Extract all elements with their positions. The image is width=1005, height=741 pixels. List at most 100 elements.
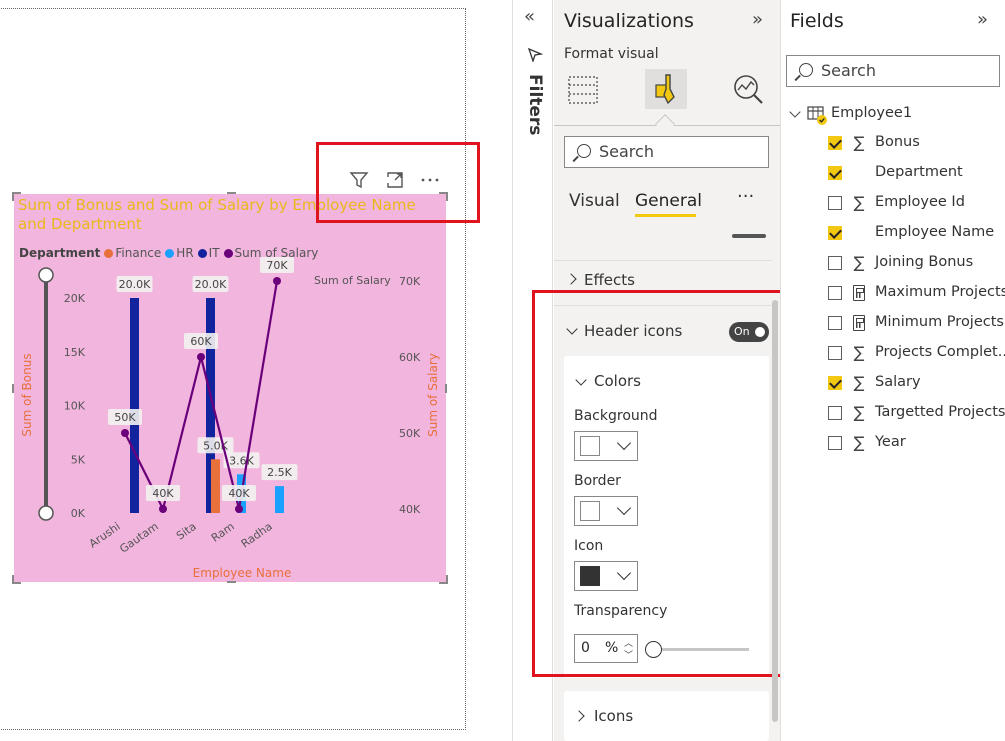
- field-checkbox[interactable]: [828, 406, 842, 420]
- bar-data-label: 20.0K: [119, 278, 151, 291]
- viz-pane-scrollbar[interactable]: [772, 300, 778, 722]
- salary-data-label: 40K: [228, 487, 250, 500]
- sigma-icon: ∑: [853, 373, 865, 392]
- field-label: Employee Name: [875, 224, 995, 240]
- field-label: Maximum Projects: [875, 284, 1005, 300]
- filters-label[interactable]: Filters: [523, 74, 545, 135]
- analytics-icon[interactable]: [731, 72, 765, 106]
- filter-icon: [527, 47, 543, 62]
- calculator-icon: [853, 285, 865, 301]
- field-checkbox[interactable]: [828, 196, 842, 210]
- icons-label[interactable]: Icons: [594, 707, 633, 725]
- field-targetted-projects[interactable]: ∑ Targetted Projects: [828, 403, 1005, 424]
- collapse-left-icon[interactable]: «: [524, 6, 535, 27]
- field-checkbox[interactable]: [828, 346, 842, 360]
- zoom-slider-handle-bottom: [38, 505, 54, 521]
- field-label: Projects Complet...: [875, 344, 1005, 360]
- bar-data-label: 2.5K: [267, 466, 292, 479]
- y-left-tick-label: 20K: [64, 292, 86, 305]
- table-employee1[interactable]: Employee1: [831, 105, 912, 121]
- search-icon: [577, 144, 591, 158]
- field-checkbox[interactable]: [828, 316, 842, 330]
- x-tick-label: Gautam: [117, 520, 161, 556]
- y-right-tick-label: 60K: [399, 351, 421, 364]
- calculator-icon: [853, 315, 865, 331]
- chart-plot: 0K 5K 10K 15K 20K 40K 50K 60K 70K Sum of Bonus Sum…: [20, 257, 440, 580]
- field-checkbox[interactable]: [828, 136, 842, 150]
- tab-visual[interactable]: Visual: [569, 191, 620, 211]
- field-label: Minimum Projects: [875, 314, 1004, 330]
- y-left-axis-title: Sum of Bonus: [20, 353, 34, 436]
- salary-data-label: 60K: [190, 335, 212, 348]
- salary-point: [235, 505, 243, 513]
- bar-data-label: 3.6K: [229, 454, 254, 467]
- field-checkbox[interactable]: [828, 436, 842, 450]
- field-label: Targetted Projects: [875, 404, 1005, 420]
- filter-icon[interactable]: [348, 169, 370, 191]
- field-checkbox[interactable]: [828, 376, 842, 390]
- more-tabs-icon[interactable]: ···: [737, 186, 754, 207]
- sigma-icon: ∑: [853, 433, 865, 452]
- y-right-axis-header: Sum of Salary: [314, 274, 391, 287]
- field-checkbox[interactable]: [828, 226, 842, 240]
- field-joining-bonus[interactable]: ∑ Joining Bonus: [828, 253, 998, 274]
- visualizations-title: Visualizations: [564, 10, 694, 32]
- format-visual-label: Format visual: [564, 46, 659, 62]
- y-left-tick-label: 10K: [64, 400, 86, 413]
- sigma-icon: ∑: [853, 193, 865, 212]
- viz-search-input[interactable]: Search: [564, 136, 769, 168]
- y-left-tick-label: 5K: [71, 453, 86, 466]
- field-checkbox[interactable]: [828, 286, 842, 300]
- bar-finance: [211, 459, 220, 513]
- effects-label[interactable]: Effects: [584, 271, 635, 289]
- salary-point: [197, 353, 205, 361]
- field-minimum-projects[interactable]: Minimum Projects: [828, 314, 1004, 334]
- zoom-slider-handle-top: [38, 267, 54, 283]
- salary-point: [159, 505, 167, 513]
- focus-mode-icon[interactable]: [384, 169, 406, 191]
- field-maximum-projects[interactable]: Maximum Projects: [828, 284, 1005, 304]
- sigma-icon: ∑: [853, 403, 865, 422]
- more-options-icon[interactable]: [419, 169, 441, 191]
- y-right-axis-title: Sum of Salary: [426, 353, 440, 437]
- x-axis-title: Employee Name: [193, 566, 292, 580]
- fields-search-input[interactable]: Search: [786, 55, 1000, 87]
- field-checkbox[interactable]: [828, 166, 842, 180]
- expand-right-icon[interactable]: »: [977, 9, 988, 30]
- sigma-icon: ∑: [853, 343, 865, 362]
- tab-general-underline: [635, 214, 696, 217]
- field-label: Bonus: [875, 134, 920, 150]
- bar-hr: [275, 486, 284, 513]
- visual-header: [346, 169, 446, 193]
- y-right-tick-label: 40K: [399, 503, 421, 516]
- scroll-indicator: [732, 234, 766, 238]
- field-label: Employee Id: [875, 194, 965, 210]
- field-year[interactable]: ∑ Year: [828, 433, 998, 454]
- field-employee-id[interactable]: ∑ Employee Id: [828, 193, 998, 214]
- tab-general[interactable]: General: [635, 191, 702, 211]
- field-label: Salary: [875, 374, 921, 390]
- salary-point: [273, 277, 281, 285]
- field-department[interactable]: Department: [828, 164, 998, 184]
- bar-data-label: 20.0K: [195, 278, 227, 291]
- x-tick-label: Radha: [239, 520, 275, 551]
- salary-data-label: 50K: [114, 411, 136, 424]
- header-icons-highlight: [532, 290, 813, 677]
- field-bonus[interactable]: ∑ Bonus: [828, 133, 998, 154]
- field-salary[interactable]: ∑ Salary: [828, 373, 998, 394]
- expand-right-icon[interactable]: »: [752, 9, 763, 30]
- build-visual-icon[interactable]: [566, 72, 600, 106]
- x-tick-label: Ram: [209, 520, 237, 545]
- y-right-tick-label: 70K: [399, 275, 421, 288]
- x-tick-label: Sita: [174, 520, 199, 543]
- y-left-tick-label: 0K: [71, 507, 86, 520]
- format-brush-icon[interactable]: [648, 71, 684, 107]
- field-checkbox[interactable]: [828, 256, 842, 270]
- field-label: Year: [875, 434, 906, 450]
- fields-search-placeholder: Search: [821, 61, 876, 80]
- sigma-icon: ∑: [853, 253, 865, 272]
- field-employee-name[interactable]: Employee Name: [828, 224, 998, 244]
- viz-search-placeholder: Search: [599, 142, 654, 161]
- salary-data-label: 40K: [152, 487, 174, 500]
- field-projects-complet[interactable]: ∑ Projects Complet...: [828, 343, 1005, 364]
